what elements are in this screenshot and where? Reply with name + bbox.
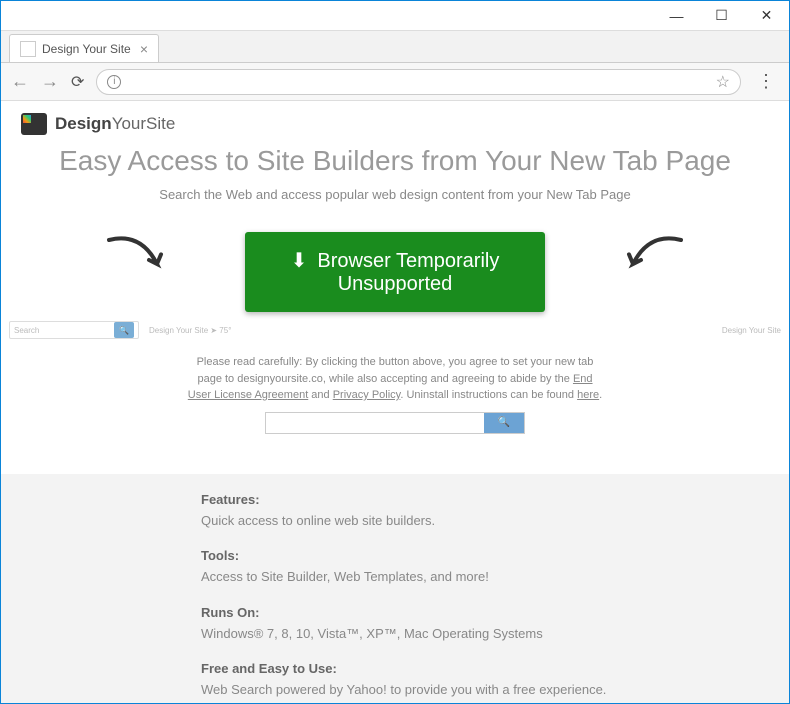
small-search-button[interactable]: 🔍 <box>484 413 524 433</box>
page-subhead: Search the Web and access popular web de… <box>1 187 789 222</box>
cta-button[interactable]: ⬇ Browser Temporarily Unsupported <box>245 232 545 312</box>
browser-window: — ☐ ✕ Design Your Site × ← → ⟳ i ☆ ⋮ Des… <box>0 0 790 704</box>
small-search-input[interactable] <box>266 413 484 433</box>
minimize-button[interactable]: — <box>654 1 699 31</box>
tab-bar: Design Your Site × <box>1 31 789 63</box>
feature-title: Tools: <box>201 548 789 563</box>
feature-text: Windows® 7, 8, 10, Vista™, XP™, Mac Oper… <box>201 624 641 644</box>
url-input[interactable] <box>129 74 715 89</box>
tab-close-icon[interactable]: × <box>140 41 148 57</box>
feature-block: Free and Easy to Use: Web Search powered… <box>201 661 789 700</box>
feature-title: Features: <box>201 492 789 507</box>
reload-button[interactable]: ⟳ <box>71 72 84 92</box>
small-search: 🔍 <box>265 412 525 434</box>
feature-title: Free and Easy to Use: <box>201 661 789 676</box>
page-content: DesignYourSite Easy Access to Site Build… <box>1 101 789 703</box>
mock-search-placeholder: Search <box>14 326 39 335</box>
mock-links: Design Your Site ➤ 75° <box>149 326 231 335</box>
feature-block: Runs On: Windows® 7, 8, 10, Vista™, XP™,… <box>201 605 789 644</box>
close-button[interactable]: ✕ <box>744 1 789 31</box>
cta-line1: Browser Temporarily <box>317 250 499 272</box>
tab-title: Design Your Site <box>42 42 131 56</box>
bookmark-star-icon[interactable]: ☆ <box>716 72 730 92</box>
feature-text: Quick access to online web site builders… <box>201 511 641 531</box>
site-logo: DesignYourSite <box>1 101 789 141</box>
page-headline: Easy Access to Site Builders from Your N… <box>1 141 789 187</box>
mock-right: Design Your Site <box>722 326 781 335</box>
info-icon[interactable]: i <box>107 75 121 89</box>
arrow-right-icon <box>609 232 689 296</box>
privacy-link[interactable]: Privacy Policy <box>333 389 401 401</box>
back-button[interactable]: ← <box>11 71 29 92</box>
feature-block: Tools: Access to Site Builder, Web Templ… <box>201 548 789 587</box>
here-link[interactable]: here <box>577 389 599 401</box>
mock-search-button-icon: 🔍 <box>114 322 134 338</box>
feature-block: Features: Quick access to online web sit… <box>201 492 789 531</box>
feature-title: Runs On: <box>201 605 789 620</box>
arrow-left-icon <box>101 232 181 296</box>
hero-section: ⬇ Browser Temporarily Unsupported Search … <box>1 222 789 474</box>
page-icon <box>20 41 36 57</box>
disclaimer-text: Please read carefully: By clicking the b… <box>185 354 605 404</box>
window-titlebar: — ☐ ✕ <box>1 1 789 31</box>
mock-toolbar: Search 🔍 Design Your Site ➤ 75° Design Y… <box>1 318 789 342</box>
url-box[interactable]: i ☆ <box>96 69 741 95</box>
maximize-button[interactable]: ☐ <box>699 1 744 31</box>
feature-text: Web Search powered by Yahoo! to provide … <box>201 680 641 700</box>
browser-tab[interactable]: Design Your Site × <box>9 34 159 62</box>
menu-button[interactable]: ⋮ <box>753 71 779 92</box>
mock-search: Search 🔍 <box>9 321 139 339</box>
forward-button[interactable]: → <box>41 71 59 92</box>
features-section: Features: Quick access to online web sit… <box>1 474 789 704</box>
download-icon: ⬇ <box>291 250 308 272</box>
logo-icon <box>21 113 47 135</box>
feature-text: Access to Site Builder, Web Templates, a… <box>201 567 641 587</box>
address-bar: ← → ⟳ i ☆ ⋮ <box>1 63 789 101</box>
cta-line2: Unsupported <box>338 273 453 295</box>
logo-text: DesignYourSite <box>55 114 175 134</box>
